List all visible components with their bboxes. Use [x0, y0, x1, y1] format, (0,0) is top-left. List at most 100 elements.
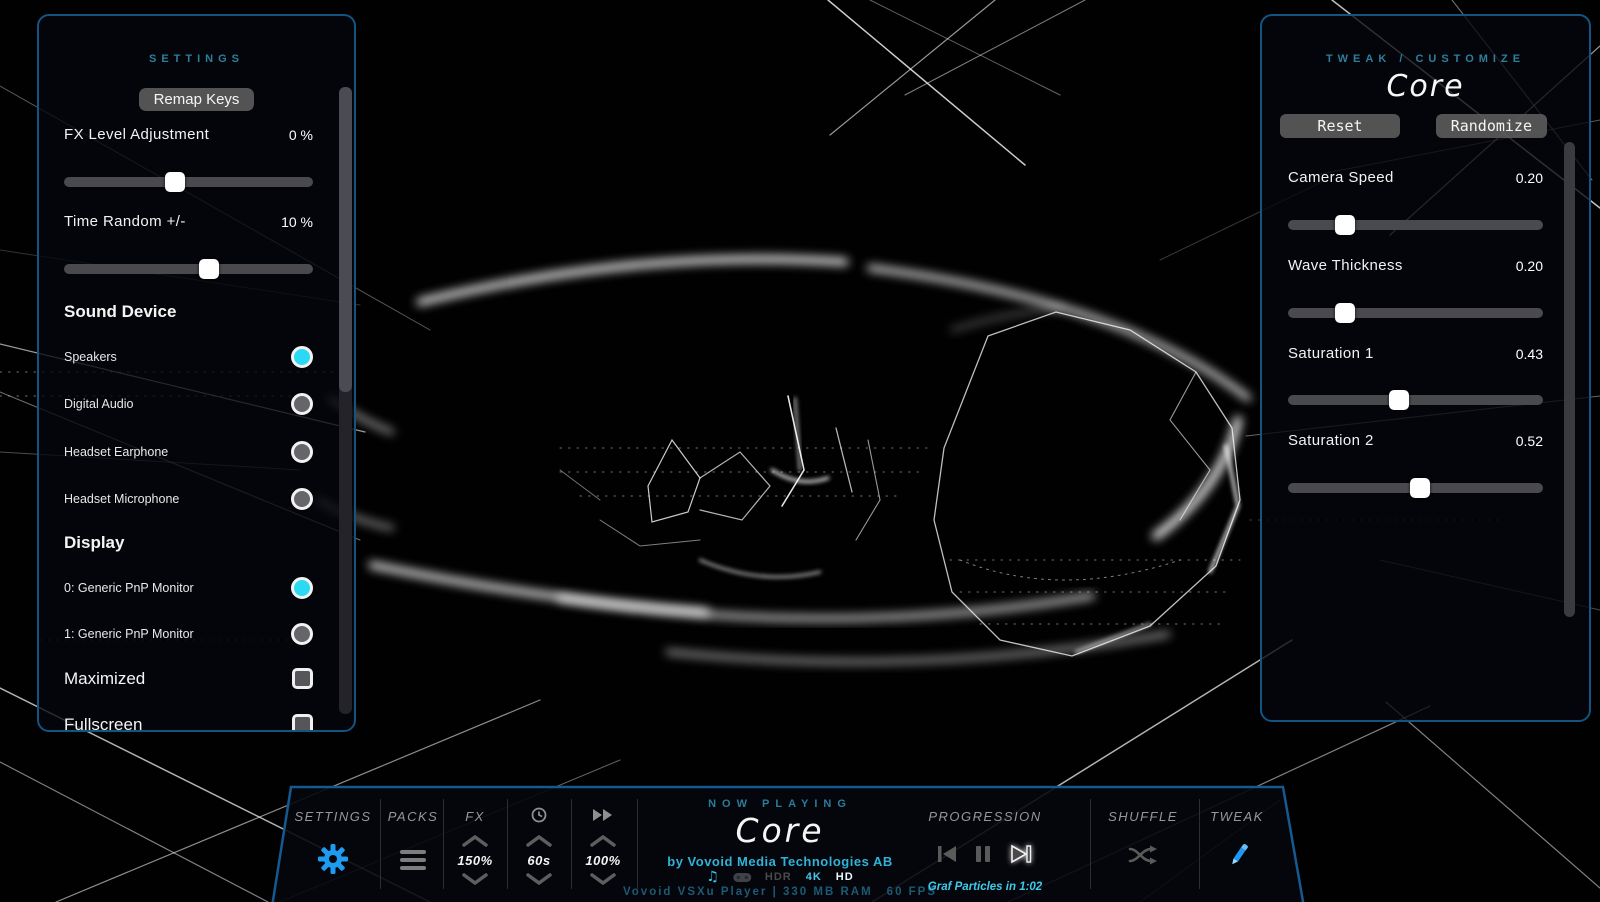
tweak-panel: TWEAK / CUSTOMIZE Core Reset Randomize C…	[1260, 14, 1591, 722]
fx-level-slider[interactable]	[64, 177, 313, 187]
camera-speed-slider[interactable]	[1288, 220, 1543, 230]
menu-icon[interactable]	[399, 849, 427, 876]
option-label: Speakers	[64, 350, 117, 364]
saturation-2-slider[interactable]	[1288, 483, 1543, 493]
now-playing-heading: NOW PLAYING	[708, 798, 852, 810]
chevron-down-icon[interactable]	[462, 872, 488, 890]
packs-tab-label: PACKS	[388, 809, 439, 824]
chevron-down-icon[interactable]	[526, 872, 552, 890]
option-label: 0: Generic PnP Monitor	[64, 581, 194, 595]
pause-icon[interactable]	[975, 844, 991, 864]
left-panel-scrollbar[interactable]	[339, 87, 352, 714]
slider-label: Wave Thickness	[1288, 257, 1403, 274]
slider-label: Camera Speed	[1288, 169, 1394, 186]
reset-button[interactable]: Reset	[1280, 114, 1400, 138]
speed-value: 100%	[585, 853, 620, 868]
divider	[571, 799, 572, 889]
remap-keys-button[interactable]: Remap Keys	[139, 88, 255, 111]
track-artist: by Vovoid Media Technologies AB	[667, 854, 892, 869]
radio-option-headset-microphone[interactable]: Headset Microphone	[64, 488, 313, 510]
chevron-up-icon[interactable]	[590, 834, 616, 852]
radio-icon[interactable]	[291, 488, 313, 510]
divider	[443, 799, 444, 889]
skip-next-icon[interactable]	[1009, 842, 1033, 866]
divider	[1090, 799, 1091, 889]
divider	[380, 799, 381, 889]
music-note-icon: ♫	[706, 870, 719, 884]
radio-icon[interactable]	[291, 346, 313, 368]
option-label: Headset Microphone	[64, 492, 179, 506]
slider-row: Time Random +/- 10 %	[64, 213, 313, 230]
saturation-1-slider[interactable]	[1288, 395, 1543, 405]
radio-icon[interactable]	[291, 441, 313, 463]
slider-value: 10 %	[281, 214, 313, 230]
radio-option-headset-earphone[interactable]: Headset Earphone	[64, 441, 313, 463]
shuffle-icon[interactable]	[1128, 845, 1158, 870]
chevron-down-icon[interactable]	[590, 872, 616, 890]
radio-icon[interactable]	[291, 577, 313, 599]
radio-icon[interactable]	[291, 393, 313, 415]
fast-forward-icon	[593, 808, 613, 826]
slider-thumb[interactable]	[1335, 215, 1355, 235]
next-preset-info: Graf Particles in 1:02	[928, 881, 1042, 893]
checkbox-label: Maximized	[64, 669, 145, 689]
slider-value: 0.43	[1516, 346, 1543, 362]
skip-previous-icon[interactable]	[937, 844, 957, 864]
player-bar: SETTINGS PACKS	[270, 785, 1310, 902]
radio-option-speakers[interactable]: Speakers	[64, 346, 313, 368]
chevron-up-icon[interactable]	[526, 834, 552, 852]
gear-icon[interactable]	[317, 843, 349, 880]
settings-panel: SETTINGS Remap Keys FX Level Adjustment …	[37, 14, 356, 732]
settings-panel-title: SETTINGS	[39, 53, 354, 65]
fx-value: 150%	[457, 853, 492, 868]
4k-badge: 4K	[806, 871, 822, 883]
radio-option-monitor-0[interactable]: 0: Generic PnP Monitor	[64, 577, 313, 599]
tweak-panel-title: TWEAK / CUSTOMIZE	[1262, 53, 1591, 65]
option-label: Digital Audio	[64, 397, 134, 411]
progression-label: PROGRESSION	[928, 809, 1041, 824]
option-label: 1: Generic PnP Monitor	[64, 627, 194, 641]
slider-label: Time Random +/-	[64, 213, 186, 230]
slider-thumb[interactable]	[1410, 478, 1430, 498]
slider-thumb[interactable]	[165, 172, 185, 192]
radio-icon[interactable]	[291, 623, 313, 645]
time-random-slider[interactable]	[64, 264, 313, 274]
slider-thumb[interactable]	[1389, 390, 1409, 410]
slider-label: Saturation 1	[1288, 345, 1374, 362]
scrollbar-thumb[interactable]	[339, 87, 352, 392]
randomize-button[interactable]: Randomize	[1436, 114, 1547, 138]
slider-value: 0 %	[289, 127, 313, 143]
right-panel-scrollbar[interactable]	[1564, 142, 1575, 617]
preset-name: Core	[1386, 69, 1464, 104]
radio-option-monitor-1[interactable]: 1: Generic PnP Monitor	[64, 623, 313, 645]
section-heading: Sound Device	[64, 302, 176, 322]
slider-thumb[interactable]	[199, 259, 219, 279]
shuffle-label: SHUFFLE	[1108, 809, 1178, 824]
duration-value: 60s	[527, 853, 550, 868]
settings-tab-label: SETTINGS	[294, 809, 371, 824]
checkbox-icon[interactable]	[292, 714, 313, 732]
slider-label: FX Level Adjustment	[64, 126, 209, 143]
player-status: Vovoid VSXu Player | 330 MB RAM	[623, 886, 873, 898]
section-heading: Display	[64, 533, 124, 553]
fx-label: FX	[465, 809, 485, 824]
checkbox-label: Fullscreen	[64, 715, 142, 733]
checkbox-icon[interactable]	[292, 668, 313, 689]
checkbox-fullscreen[interactable]: Fullscreen	[64, 714, 313, 732]
pencil-icon[interactable]	[1225, 842, 1249, 873]
checkbox-maximized[interactable]: Maximized	[64, 668, 313, 689]
slider-label: Saturation 2	[1288, 432, 1374, 449]
chevron-up-icon[interactable]	[462, 834, 488, 852]
slider-value: 0.52	[1516, 433, 1543, 449]
slider-value: 0.20	[1516, 258, 1543, 274]
hd-badge: HD	[836, 871, 854, 883]
divider	[507, 799, 508, 889]
slider-thumb[interactable]	[1335, 303, 1355, 323]
option-label: Headset Earphone	[64, 445, 168, 459]
radio-option-digital-audio[interactable]: Digital Audio	[64, 393, 313, 415]
wave-thickness-slider[interactable]	[1288, 308, 1543, 318]
slider-row: FX Level Adjustment 0 %	[64, 126, 313, 143]
clock-icon	[531, 807, 547, 828]
divider	[637, 799, 638, 889]
hdr-badge: HDR	[765, 871, 792, 883]
